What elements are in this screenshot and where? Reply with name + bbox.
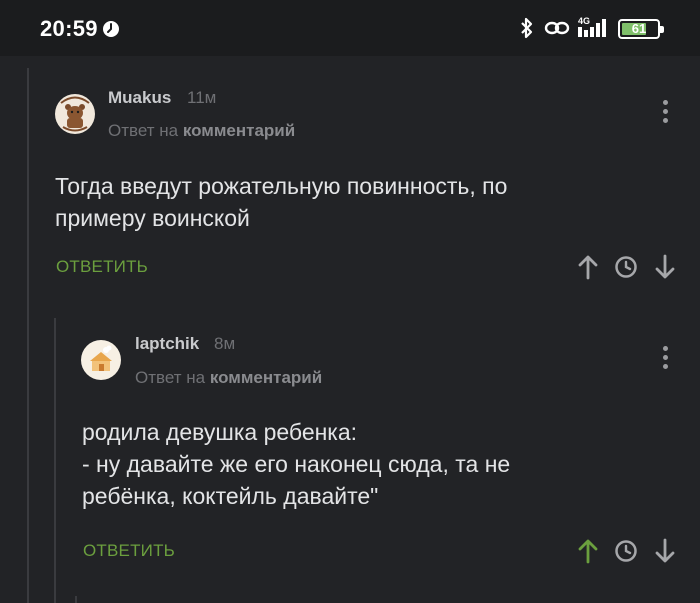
downvote-icon[interactable]: [653, 254, 677, 280]
comment-time: 11м: [187, 88, 217, 107]
avatar[interactable]: [81, 340, 121, 380]
comment: Muakus 11м Ответ на комментарий Тогда вв…: [0, 0, 700, 300]
reply-target-link[interactable]: комментарий: [183, 121, 295, 140]
downvote-icon[interactable]: [653, 538, 677, 564]
reply-to-label: Ответ на комментарий: [108, 121, 295, 141]
upvote-icon[interactable]: [576, 254, 600, 280]
comment-time: 8м: [214, 334, 236, 353]
avatar[interactable]: [55, 94, 95, 134]
upvote-icon[interactable]: [576, 538, 600, 564]
reply-to-label: Ответ на комментарий: [135, 368, 322, 388]
username[interactable]: Muakus: [108, 88, 171, 108]
reply-prefix: Ответ на: [108, 121, 179, 140]
house-avatar-icon: [82, 341, 120, 379]
reply-target-link[interactable]: комментарий: [210, 368, 322, 387]
save-clock-icon[interactable]: [614, 254, 638, 280]
save-clock-icon[interactable]: [614, 538, 638, 564]
comment-text: Тогда введут рожательную повинность, по …: [55, 173, 508, 231]
reply-prefix: Ответ на: [135, 368, 206, 387]
comment: laptchik 8м Ответ на комментарий родила …: [0, 300, 700, 603]
bear-avatar-icon: [56, 95, 94, 133]
more-menu-icon[interactable]: [661, 100, 669, 126]
comment-text: родила девушка ребенка: - ну давайте же …: [82, 419, 511, 509]
username[interactable]: laptchik: [135, 334, 199, 354]
reply-button[interactable]: ОТВЕТИТЬ: [56, 257, 148, 277]
more-menu-icon[interactable]: [661, 346, 669, 372]
reply-button[interactable]: ОТВЕТИТЬ: [83, 541, 175, 561]
